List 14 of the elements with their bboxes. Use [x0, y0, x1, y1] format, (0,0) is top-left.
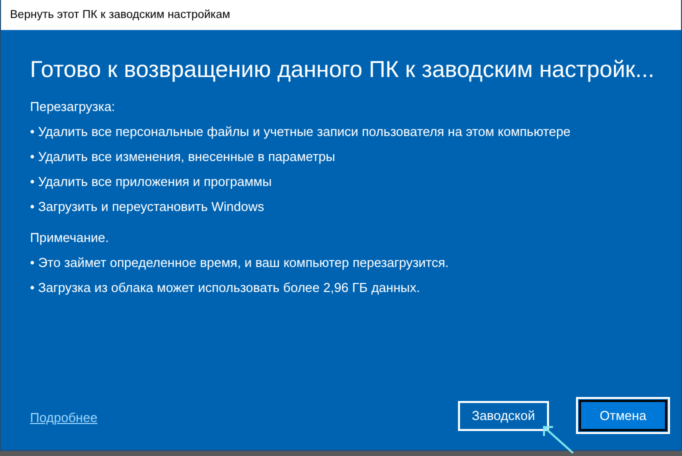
details-link[interactable]: Подробнее — [30, 410, 98, 425]
section-title: Перезагрузка: — [30, 98, 116, 116]
bullet-item: • Удалить все изменения, внесенные в параметры — [30, 148, 336, 166]
section-title: Примечание. — [30, 229, 110, 247]
window-title: Вернуть этот ПК к заводским настройкам — [10, 9, 230, 21]
bullet-item: • Загрузить и переустановить Windows — [30, 198, 266, 216]
bullet-item: • Это займет определенное время, и ваш компьютер перезагрузится. — [30, 254, 450, 272]
cancel-button[interactable]: Отмена — [579, 400, 667, 431]
bullet-item: • Загрузка из облака может использовать более 2,96 ГБ данных. — [30, 279, 421, 297]
bullet-item: • Удалить все персональные файлы и учетные записи пользователя на этом компьютере — [30, 123, 572, 141]
reset-button[interactable]: Заводской — [458, 400, 549, 430]
arrow-icon — [541, 424, 575, 454]
bullet-item: • Удалить все приложения и программы — [30, 173, 273, 191]
heading-text: Готово к возвращению данного ПК к заводским настройк... — [30, 55, 654, 84]
